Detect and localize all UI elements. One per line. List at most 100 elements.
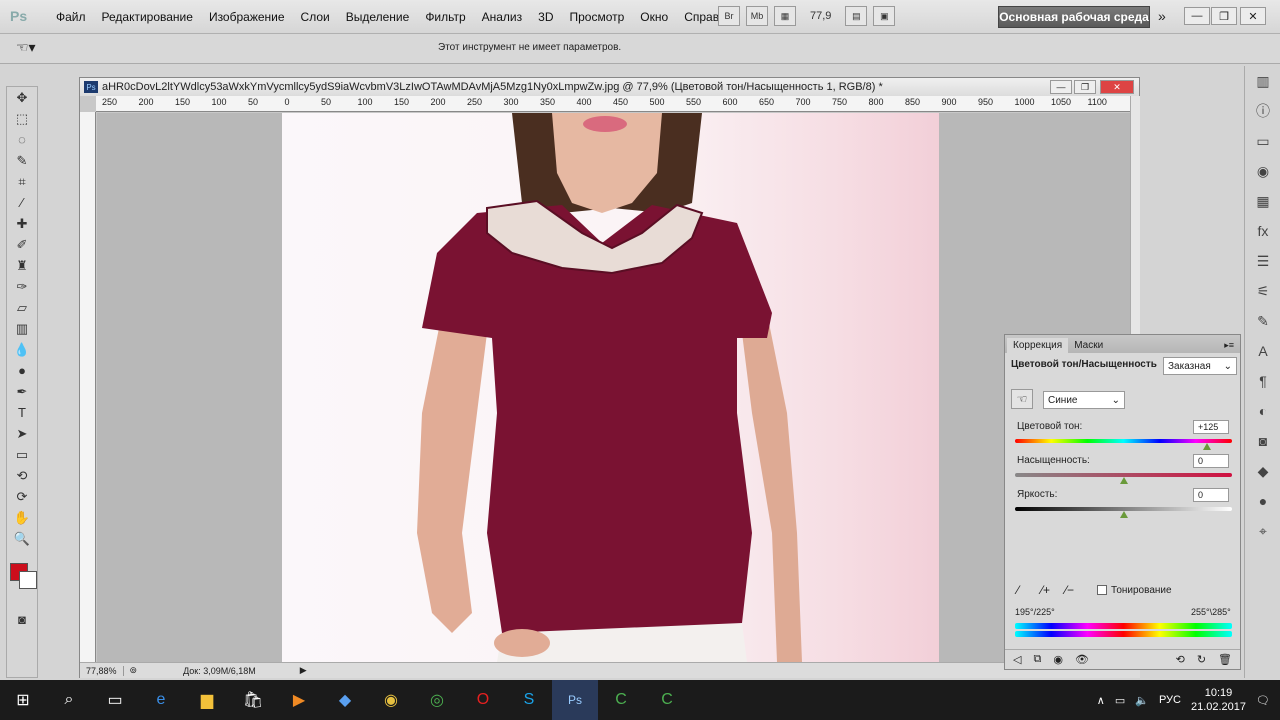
3d-icon[interactable]: ◆ [1245, 456, 1280, 486]
saturation-input[interactable]: 0 [1193, 454, 1229, 468]
path-selection-tool-icon[interactable]: ➤ [7, 423, 37, 444]
channel-select[interactable]: Синие ⌄ [1043, 391, 1125, 409]
skype-icon[interactable]: S [506, 680, 552, 720]
doc-close-icon[interactable]: ✕ [1100, 80, 1134, 94]
view-extras-icon[interactable]: ▦ [774, 6, 796, 26]
saturation-slider-thumb[interactable] [1120, 477, 1128, 484]
marquee-tool-icon[interactable]: ⬚ [7, 108, 37, 129]
horizontal-ruler[interactable]: 250 200 150 100 50 0 50 100 150 200 250 300 350 400 45… [96, 96, 1130, 112]
refresh-icon[interactable]: ↻ [1197, 653, 1206, 666]
lightness-slider-thumb[interactable] [1120, 511, 1128, 518]
zoom-level[interactable]: 77,9 [802, 10, 839, 22]
minimize-icon[interactable]: — [1184, 7, 1210, 25]
reset-icon[interactable]: ⟲ [1176, 653, 1185, 666]
panel-menu-icon[interactable]: ▸≡ [1218, 338, 1240, 353]
chevron-up-icon[interactable]: ∧ [1097, 694, 1105, 707]
chrome-icon[interactable]: ◎ [414, 680, 460, 720]
doc-minimize-icon[interactable]: — [1050, 80, 1072, 94]
document-tab[interactable]: Ps aHR0cDovL2ltYWdlcy53aWxkYmVycmllcy5yd… [80, 78, 1139, 96]
zoom-tool-icon[interactable]: 🔍 [7, 528, 37, 549]
histogram-icon[interactable]: ▥ [1245, 66, 1280, 96]
vertical-ruler[interactable] [80, 112, 96, 662]
media-player-icon[interactable]: ▶ [276, 680, 322, 720]
bridge-icon[interactable]: Br [718, 6, 740, 26]
notifications-icon[interactable]: 🗨 [1256, 694, 1270, 707]
status-zoom[interactable]: 77,88% [80, 665, 124, 676]
hue-slider-thumb[interactable] [1203, 443, 1211, 450]
eraser-tool-icon[interactable]: ▱ [7, 297, 37, 318]
volume-icon[interactable]: 🔈 [1135, 694, 1149, 707]
app-icon-2[interactable]: ◉ [368, 680, 414, 720]
color-icon[interactable]: ◉ [1245, 156, 1280, 186]
windows-start-icon[interactable]: ⊞ [0, 680, 46, 720]
paragraph-icon[interactable]: ¶ [1245, 366, 1280, 396]
targeted-adjustment-tool-icon[interactable]: ☜▾ [16, 39, 52, 59]
status-info-icon[interactable]: ⊚ [124, 665, 144, 676]
lightness-input[interactable]: 0 [1193, 488, 1229, 502]
battery-icon[interactable]: ▭ [1115, 694, 1125, 707]
masks-icon[interactable]: ◙ [1245, 426, 1280, 456]
menu-select[interactable]: Выделение [338, 10, 418, 24]
brush-tool-icon[interactable]: ✐ [7, 234, 37, 255]
channels-icon[interactable]: ⚟ [1245, 276, 1280, 306]
restore-icon[interactable]: ❐ [1211, 7, 1237, 25]
clone-source-icon[interactable]: ● [1245, 486, 1280, 516]
mini-bridge-icon[interactable]: Mb [746, 6, 768, 26]
language-indicator[interactable]: РУС [1159, 694, 1181, 706]
hand-tool-icon[interactable]: ✋ [7, 507, 37, 528]
workspace-button[interactable]: Основная рабочая среда [998, 6, 1150, 28]
eyedropper-plus-icon[interactable]: ⁄+ [1041, 583, 1050, 597]
crop-tool-icon[interactable]: ⌗ [7, 171, 37, 192]
shape-tool-icon[interactable]: ▭ [7, 444, 37, 465]
task-view-icon[interactable]: ▭ [92, 680, 138, 720]
camtasia-icon-2[interactable]: C [644, 680, 690, 720]
color-range-bar-top[interactable] [1015, 623, 1232, 629]
lasso-tool-icon[interactable]: ◌ [7, 129, 37, 150]
doc-restore-icon[interactable]: ❐ [1074, 80, 1096, 94]
edge-icon[interactable]: e [138, 680, 184, 720]
trash-icon[interactable]: 🗑 [1218, 653, 1240, 666]
menu-3d[interactable]: 3D [530, 10, 561, 24]
3d-rotate-tool-icon[interactable]: ⟲ [7, 465, 37, 486]
view-previous-icon[interactable]: 👁 [1075, 653, 1089, 666]
search-icon[interactable]: ⌕ [46, 680, 92, 720]
tool-presets-icon[interactable]: ⌖ [1245, 516, 1280, 546]
swatches-icon[interactable]: ▦ [1245, 186, 1280, 216]
menu-analysis[interactable]: Анализ [474, 10, 531, 24]
clock[interactable]: 10:19 21.02.2017 [1191, 686, 1246, 714]
tab-masks[interactable]: Маски [1068, 338, 1109, 353]
colorize-checkbox[interactable] [1097, 585, 1107, 595]
dodge-tool-icon[interactable]: ● [7, 360, 37, 381]
adjustments-icon[interactable]: ◐ [1245, 396, 1280, 426]
gradient-tool-icon[interactable]: ▥ [7, 318, 37, 339]
healing-brush-tool-icon[interactable]: ✚ [7, 213, 37, 234]
chevron-right-icon[interactable]: » [1158, 8, 1166, 24]
preset-select[interactable]: Заказная ⌄ [1163, 357, 1237, 375]
back-arrow-icon[interactable]: ◁ [1013, 653, 1021, 666]
photoshop-taskbar-icon[interactable]: Ps [552, 680, 598, 720]
menu-window[interactable]: Окно [632, 10, 676, 24]
opera-icon[interactable]: O [460, 680, 506, 720]
visibility-icon[interactable]: ◉ [1053, 653, 1063, 666]
hue-slider[interactable] [1015, 439, 1232, 443]
targeted-adjustment-icon[interactable]: ☜ [1011, 389, 1033, 409]
canvas[interactable] [97, 113, 1130, 662]
styles-icon[interactable]: fx [1245, 216, 1280, 246]
app-icon-1[interactable]: ◆ [322, 680, 368, 720]
paths-icon[interactable]: ✎ [1245, 306, 1280, 336]
character-icon[interactable]: A [1245, 336, 1280, 366]
eyedropper-minus-icon[interactable]: ⁄− [1065, 583, 1074, 597]
status-menu-arrow-icon[interactable]: ▶ [296, 665, 311, 676]
3d-orbit-tool-icon[interactable]: ⟳ [7, 486, 37, 507]
layers-icon[interactable]: ☰ [1245, 246, 1280, 276]
tab-adjustments[interactable]: Коррекция [1007, 338, 1069, 353]
type-tool-icon[interactable]: T [7, 402, 37, 423]
store-icon[interactable]: 🛍 [230, 680, 276, 720]
background-color-swatch[interactable] [19, 571, 37, 589]
menu-file[interactable]: Файл [48, 10, 94, 24]
file-explorer-icon[interactable]: ▆ [184, 680, 230, 720]
arrange-documents-icon[interactable]: ▤ [845, 6, 868, 26]
menu-view[interactable]: Просмотр [561, 10, 632, 24]
menu-filter[interactable]: Фильтр [417, 10, 473, 24]
camtasia-icon-1[interactable]: C [598, 680, 644, 720]
